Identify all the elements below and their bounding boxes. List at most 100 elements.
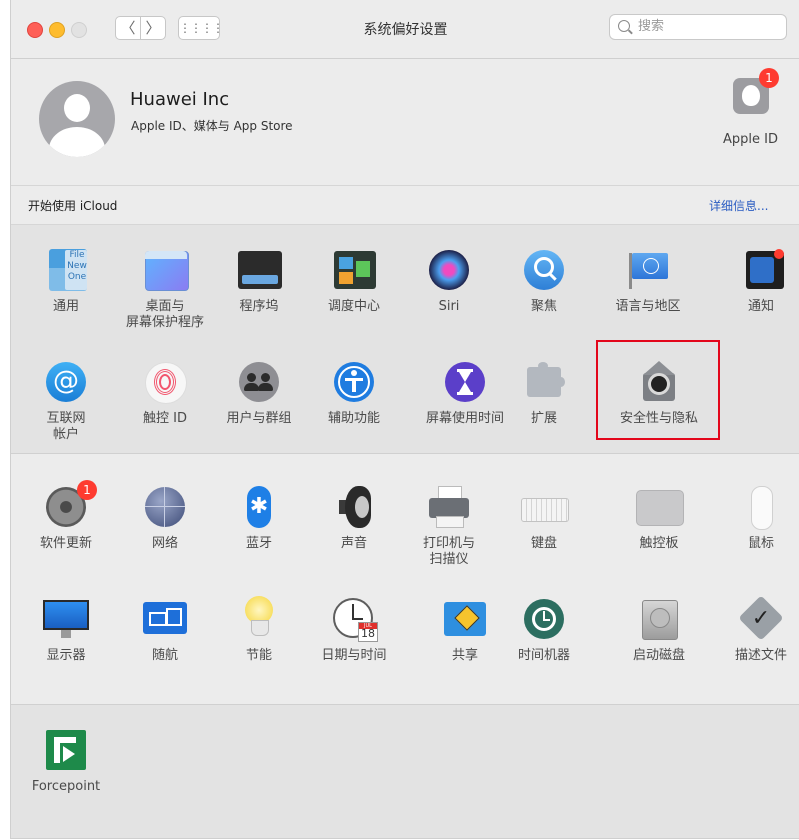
title-bar: 〈 〉 ⋮⋮⋮⋮ 系统偏好设置 xyxy=(11,0,799,59)
pref-label: 触控板 xyxy=(639,536,679,551)
details-link[interactable]: 详细信息... xyxy=(709,197,768,214)
pref-label: 通知 xyxy=(747,299,774,314)
pref-energy-saver[interactable]: 节能 xyxy=(212,596,306,664)
pref-siri[interactable]: Siri xyxy=(402,247,496,315)
pref-desktop-screensaver[interactable]: 桌面与 屏幕保护程序 xyxy=(118,247,212,331)
pref-label: 键盘 xyxy=(530,536,557,551)
energy-saver-icon xyxy=(236,596,282,642)
pref-printers-scanners[interactable]: 打印机与 扫描仪 xyxy=(402,484,496,568)
spotlight-icon xyxy=(521,247,567,293)
pref-general[interactable]: File New One 通用 xyxy=(19,247,113,315)
pref-users-groups[interactable]: 用户与群组 xyxy=(212,359,306,427)
pref-label: Forcepoint xyxy=(31,779,101,794)
pref-date-time[interactable]: JUL 18 日期与时间 xyxy=(307,596,401,664)
pref-touch-id[interactable]: 触控 ID xyxy=(118,359,212,427)
bluetooth-icon: ✱ xyxy=(236,484,282,530)
pref-forcepoint[interactable]: Forcepoint xyxy=(19,727,113,795)
network-icon xyxy=(142,484,188,530)
hardware-prefs-section: 1 软件更新 网络 ✱ 蓝牙 声音 打印机与 扫描仪 键盘 触控板 鼠标 显示器… xyxy=(11,454,799,705)
search-icon xyxy=(618,20,630,32)
icloud-banner: 开始使用 iCloud 详细信息... xyxy=(11,186,799,225)
file-text: File xyxy=(69,250,85,260)
notification-badge: 1 xyxy=(759,68,779,88)
trackpad-icon xyxy=(636,484,684,530)
touch-id-icon xyxy=(142,359,188,405)
date-time-icon: JUL 18 xyxy=(331,596,378,642)
language-region-icon xyxy=(625,247,671,293)
sharing-icon xyxy=(442,596,488,642)
pref-internet-accounts[interactable]: @ 互联网 帐户 xyxy=(19,359,113,443)
startup-disk-icon xyxy=(636,596,682,642)
pref-bluetooth[interactable]: ✱ 蓝牙 xyxy=(212,484,306,552)
pref-label: 调度中心 xyxy=(327,299,380,314)
displays-icon xyxy=(43,596,89,642)
update-badge: 1 xyxy=(77,480,97,500)
pref-startup-disk[interactable]: 启动磁盘 xyxy=(612,596,706,664)
account-name: Huawei Inc xyxy=(130,89,230,110)
pref-extensions[interactable]: 扩展 xyxy=(497,359,591,427)
pref-label: 声音 xyxy=(340,536,367,551)
pref-network[interactable]: 网络 xyxy=(118,484,212,552)
pref-dock[interactable]: 程序坞 xyxy=(212,247,306,315)
pref-language-region[interactable]: 语言与地区 xyxy=(601,247,695,315)
system-preferences-window: 〈 〉 ⋮⋮⋮⋮ 系统偏好设置 Huawei Inc Apple ID、媒体与 … xyxy=(10,0,799,839)
other-prefs-section: Forcepoint xyxy=(11,705,799,838)
software-update-icon: 1 xyxy=(43,480,97,530)
pref-label: 语言与地区 xyxy=(615,299,681,314)
pref-sound[interactable]: 声音 xyxy=(307,484,401,552)
pref-spotlight[interactable]: 聚焦 xyxy=(497,247,591,315)
siri-icon xyxy=(426,247,472,293)
apple-id-label[interactable]: Apple ID xyxy=(723,132,778,147)
extensions-icon xyxy=(521,359,567,405)
personal-prefs-section: File New One 通用 桌面与 屏幕保护程序 程序坞 调度中心 Siri… xyxy=(11,225,799,454)
mission-control-icon xyxy=(331,247,377,293)
pref-label: 聚焦 xyxy=(530,299,557,314)
pref-sidecar[interactable]: 随航 xyxy=(118,596,212,664)
screen-time-icon xyxy=(442,359,488,405)
search-field[interactable] xyxy=(609,14,787,40)
calendar-day: 18 xyxy=(361,627,375,640)
notifications-icon xyxy=(738,247,784,293)
pref-label: 桌面与 屏幕保护程序 xyxy=(125,299,204,330)
pref-accessibility[interactable]: 辅助功能 xyxy=(307,359,401,427)
internet-accounts-icon: @ xyxy=(43,359,89,405)
pref-label: 触控 ID xyxy=(143,411,187,426)
pref-profiles[interactable]: ✓ 描述文件 xyxy=(714,595,799,664)
dock-icon xyxy=(236,247,282,293)
icloud-label: 开始使用 iCloud xyxy=(28,199,118,213)
pref-time-machine[interactable]: 时间机器 xyxy=(497,596,591,664)
time-machine-icon xyxy=(521,596,567,642)
pref-label: 蓝牙 xyxy=(245,536,272,551)
keyboard-icon xyxy=(521,484,569,530)
pref-software-update[interactable]: 1 软件更新 xyxy=(19,480,113,552)
sidecar-icon xyxy=(142,596,188,642)
pref-label: 显示器 xyxy=(46,648,86,663)
pref-label: 时间机器 xyxy=(517,648,570,663)
forcepoint-icon xyxy=(43,727,89,773)
pref-label: 日期与时间 xyxy=(321,648,387,663)
pref-mouse[interactable]: 鼠标 xyxy=(714,484,799,552)
pref-label: 通用 xyxy=(52,299,79,314)
avatar[interactable] xyxy=(39,81,115,157)
pref-label: 网络 xyxy=(151,536,178,551)
pref-trackpad[interactable]: 触控板 xyxy=(612,484,706,552)
pref-label: 互联网 帐户 xyxy=(46,411,86,442)
sound-icon xyxy=(331,484,377,530)
pref-label: 扩展 xyxy=(530,411,557,426)
account-subtitle: Apple ID、媒体与 App Store xyxy=(131,119,293,133)
pref-label: Siri xyxy=(438,299,460,314)
pref-keyboard[interactable]: 键盘 xyxy=(497,484,591,552)
pref-label: 程序坞 xyxy=(239,299,279,314)
apple-logo-icon xyxy=(742,85,760,106)
new-text: New xyxy=(67,261,87,271)
apple-id-icon[interactable]: 1 xyxy=(733,68,779,114)
pref-notifications[interactable]: 通知 xyxy=(714,247,799,315)
search-input[interactable] xyxy=(636,18,780,35)
pref-label: 用户与群组 xyxy=(226,411,292,426)
users-groups-icon xyxy=(236,359,282,405)
printers-scanners-icon xyxy=(426,484,472,530)
general-icon: File New One xyxy=(43,247,89,293)
pref-displays[interactable]: 显示器 xyxy=(19,596,113,664)
pref-mission-control[interactable]: 调度中心 xyxy=(307,247,401,315)
pref-label: 辅助功能 xyxy=(327,411,380,426)
